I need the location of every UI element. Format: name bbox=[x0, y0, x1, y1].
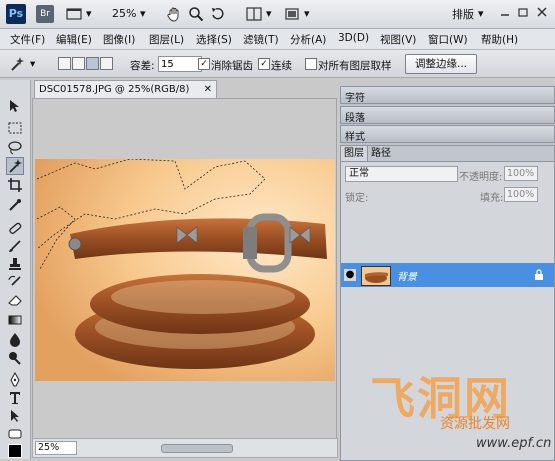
magic-wand-tool-icon[interactable] bbox=[6, 157, 24, 175]
menu-edit[interactable]: 编辑(E) bbox=[56, 32, 92, 47]
antialias-checkbox[interactable]: ✓ bbox=[198, 58, 210, 70]
menu-analysis[interactable]: 分析(A) bbox=[290, 32, 326, 47]
lock-label: 锁定: bbox=[345, 193, 369, 204]
document-canvas[interactable] bbox=[32, 98, 337, 439]
healing-brush-tool-icon[interactable] bbox=[7, 220, 23, 236]
layer-name: 背景 bbox=[397, 272, 417, 283]
menu-image[interactable]: 图像(I) bbox=[103, 32, 135, 47]
belt-photo[interactable] bbox=[35, 159, 335, 381]
menu-window[interactable]: 窗口(W) bbox=[428, 32, 468, 47]
panel-paragraph-label: 段落 bbox=[345, 113, 365, 124]
application-bar: Ps Br ▾ 25% ▾ ▾ ▾ 排版 ▾ bbox=[0, 0, 555, 29]
panel-character-label: 字符 bbox=[345, 93, 365, 104]
opacity-field[interactable]: 100% bbox=[504, 166, 538, 181]
menu-layer[interactable]: 图层(L) bbox=[149, 32, 184, 47]
shape-tool-icon[interactable] bbox=[7, 426, 23, 442]
arrange-arrow[interactable]: ▾ bbox=[266, 7, 272, 20]
status-bar: 25% bbox=[32, 438, 338, 458]
layer-lock-icon bbox=[534, 269, 544, 280]
pen-tool-icon[interactable] bbox=[7, 372, 23, 388]
add-selection-icon[interactable] bbox=[72, 57, 85, 70]
tab-paths[interactable]: 路径 bbox=[368, 146, 394, 161]
marquee-tool-icon[interactable] bbox=[7, 120, 23, 136]
eraser-tool-icon[interactable] bbox=[7, 292, 23, 308]
minimize-icon[interactable] bbox=[498, 5, 512, 19]
antialias-label: 消除锯齿 bbox=[211, 60, 253, 72]
visibility-eye-icon[interactable]: ● bbox=[344, 269, 356, 281]
menu-help[interactable]: 帮助(H) bbox=[481, 32, 518, 47]
intersect-selection-icon[interactable] bbox=[100, 57, 113, 70]
clone-stamp-tool-icon[interactable] bbox=[7, 256, 23, 272]
contiguous-label: 连续 bbox=[271, 60, 292, 72]
menu-filter[interactable]: 滤镜(T) bbox=[243, 32, 279, 47]
gradient-tool-icon[interactable] bbox=[7, 312, 23, 328]
magic-wand-preset-icon[interactable] bbox=[8, 55, 26, 73]
restore-icon[interactable] bbox=[516, 5, 530, 19]
new-selection-icon[interactable] bbox=[58, 57, 71, 70]
menu-view[interactable]: 视图(V) bbox=[380, 32, 416, 47]
move-tool-icon[interactable] bbox=[7, 98, 23, 114]
brush-tool-icon[interactable] bbox=[7, 238, 23, 254]
horizontal-scrollbar[interactable] bbox=[161, 444, 233, 453]
menu-bar: 文件(F) 编辑(E) 图像(I) 图层(L) 选择(S) 滤镜(T) 分析(A… bbox=[0, 29, 555, 50]
zoom-tool-icon[interactable] bbox=[188, 6, 204, 22]
eyedropper-tool-icon[interactable] bbox=[7, 197, 23, 213]
panel-styles[interactable]: 样式 bbox=[340, 125, 555, 143]
rotate-view-icon[interactable] bbox=[210, 6, 226, 22]
foreground-color-swatch[interactable] bbox=[8, 444, 22, 458]
panel-styles-label: 样式 bbox=[345, 132, 365, 143]
subtract-selection-icon[interactable] bbox=[86, 57, 99, 70]
hand-tool-icon[interactable] bbox=[166, 6, 182, 22]
tolerance-input[interactable] bbox=[158, 56, 202, 72]
layer-row-background[interactable]: ● 背景 bbox=[341, 263, 554, 287]
opacity-label: 不透明度: bbox=[459, 172, 503, 183]
close-icon[interactable] bbox=[535, 5, 549, 19]
history-brush-tool-icon[interactable] bbox=[7, 274, 23, 290]
document-tab-title: DSC01578.JPG @ 25%(RGB/8) bbox=[39, 84, 190, 95]
preset-arrow[interactable]: ▾ bbox=[30, 58, 35, 70]
tab-layers[interactable]: 图层 bbox=[341, 146, 368, 161]
sample-all-layers-checkbox[interactable] bbox=[305, 58, 317, 70]
refine-edge-button[interactable]: 调整边缘... bbox=[405, 54, 477, 74]
type-tool-icon[interactable] bbox=[7, 390, 23, 406]
tools-panel bbox=[0, 80, 31, 459]
fill-field[interactable]: 100% bbox=[504, 187, 538, 202]
blur-tool-icon[interactable] bbox=[7, 331, 23, 347]
watermark-subtitle: 资源批发网 bbox=[440, 416, 510, 432]
crop-tool-icon[interactable] bbox=[7, 177, 23, 193]
panel-paragraph[interactable]: 段落 bbox=[340, 106, 555, 124]
menu-file[interactable]: 文件(F) bbox=[10, 32, 45, 47]
photoshop-logo: Ps bbox=[6, 4, 26, 24]
blend-mode-dropdown[interactable]: 正常 bbox=[345, 166, 458, 182]
options-bar: ▾ 容差: ✓ 消除锯齿 ✓ 连续 对所有图层取样 调整边缘... bbox=[0, 50, 555, 78]
dodge-tool-icon[interactable] bbox=[7, 350, 23, 366]
workspace-arrow[interactable]: ▾ bbox=[478, 7, 484, 20]
lasso-tool-icon[interactable] bbox=[7, 140, 23, 156]
sample-all-layers-label: 对所有图层取样 bbox=[318, 60, 392, 72]
watermark-site: www.epf.cn bbox=[476, 436, 552, 451]
workspace-switcher[interactable]: 排版 bbox=[452, 6, 474, 22]
arrange-documents-icon[interactable] bbox=[246, 6, 262, 22]
zoom-dropdown-arrow[interactable]: ▾ bbox=[140, 7, 146, 20]
view-extras-arrow[interactable]: ▾ bbox=[86, 7, 92, 20]
contiguous-checkbox[interactable]: ✓ bbox=[258, 58, 270, 70]
view-extras-icon[interactable] bbox=[66, 6, 82, 22]
tolerance-label: 容差: bbox=[130, 60, 155, 72]
path-selection-tool-icon[interactable] bbox=[7, 408, 23, 424]
document-close-icon[interactable]: ✕ bbox=[204, 81, 212, 98]
screen-mode-arrow[interactable]: ▾ bbox=[304, 7, 310, 20]
zoom-status-field[interactable]: 25% bbox=[35, 441, 77, 455]
document-tab[interactable]: DSC01578.JPG @ 25%(RGB/8) ✕ bbox=[34, 80, 217, 98]
menu-3d[interactable]: 3D(D) bbox=[338, 32, 369, 44]
layer-thumbnail bbox=[361, 266, 391, 286]
bridge-button[interactable]: Br bbox=[36, 5, 54, 23]
panel-character[interactable]: 字符 bbox=[340, 86, 555, 104]
layers-panel-tabs: 图层 路径 bbox=[341, 146, 554, 162]
menu-select[interactable]: 选择(S) bbox=[196, 32, 232, 47]
zoom-level-dropdown[interactable]: 25% bbox=[112, 7, 136, 20]
fill-label: 填充: bbox=[480, 193, 504, 204]
screen-mode-icon[interactable] bbox=[284, 6, 300, 22]
